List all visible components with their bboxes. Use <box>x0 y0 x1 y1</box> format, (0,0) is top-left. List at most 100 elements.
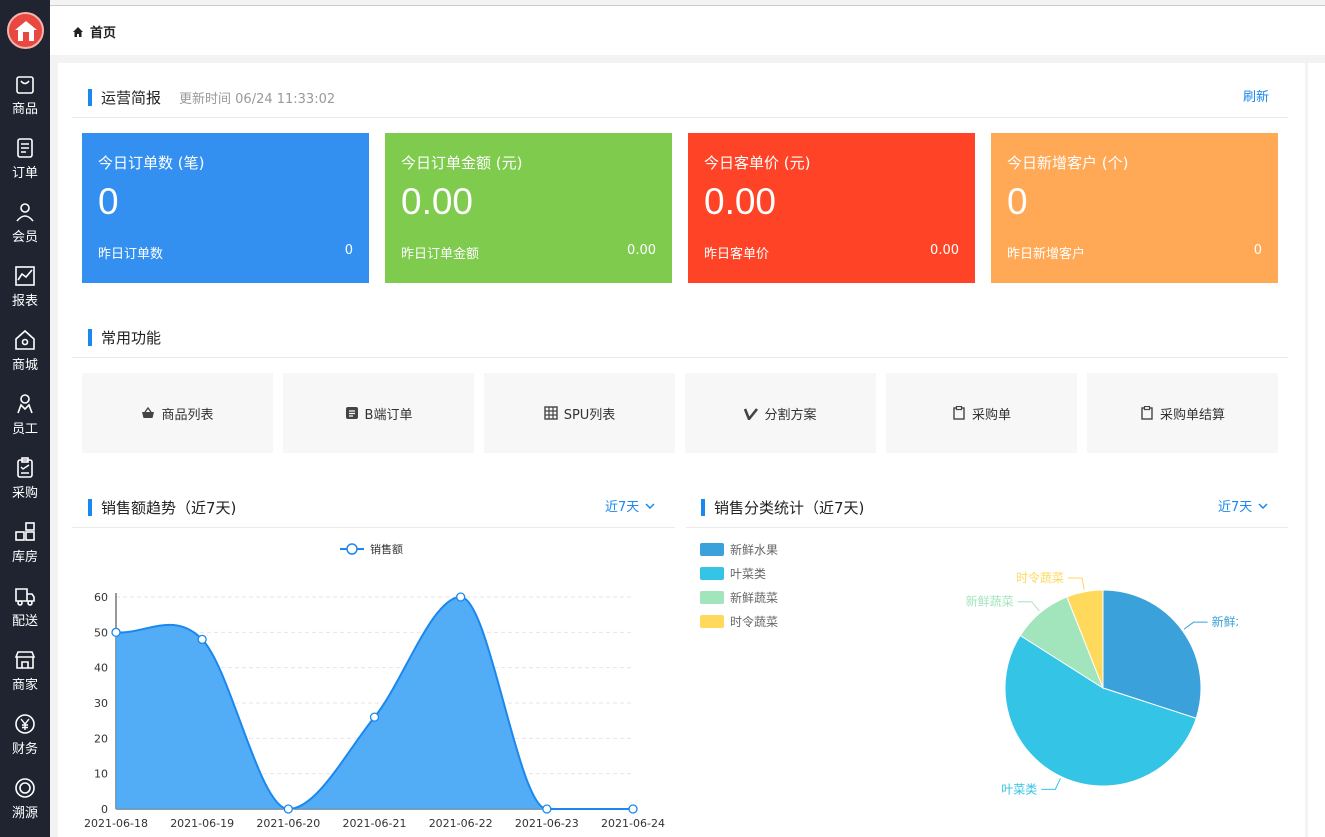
range-label: 近7天 <box>1218 500 1253 515</box>
functions-header: 常用功能 <box>88 327 161 348</box>
bag-icon <box>16 76 34 94</box>
function-label: 采购单结算 <box>1159 407 1225 423</box>
section-marker <box>88 89 92 106</box>
function-tile-6[interactable]: 采购单结算 <box>1087 373 1278 453</box>
x-tick-label: 2021-06-23 <box>515 817 579 830</box>
y-tick-label: 50 <box>94 626 108 639</box>
data-point <box>628 804 638 814</box>
sidebar-item-label: 商家 <box>11 678 38 693</box>
chevron-down-icon <box>1258 502 1268 509</box>
store-icon <box>14 651 36 669</box>
yesterday-value: 0 <box>1253 243 1262 258</box>
legend-swatch[interactable] <box>700 543 724 556</box>
data-point <box>542 804 552 814</box>
divider <box>686 527 1288 528</box>
stat-value: 0.00 <box>704 181 777 222</box>
sidebar-item-label: 会员 <box>11 230 38 245</box>
home-icon <box>15 329 35 350</box>
sidebar-item-5[interactable]: 商城 <box>0 322 50 382</box>
grid-icon <box>543 406 558 420</box>
dashboard-main: 运营简报 更新时间 06/24 11:33:02 刷新 今日订单数 (笔) 0 昨日… <box>58 63 1305 837</box>
sidebar-item-label: 财务 <box>11 742 38 757</box>
x-tick-label: 2021-06-19 <box>170 817 234 830</box>
document-icon <box>17 138 33 158</box>
breadcrumb-label: 首页 <box>90 26 117 41</box>
label-leader <box>1068 577 1085 590</box>
section-marker <box>88 329 92 346</box>
sidebar-item-8[interactable]: 库房 <box>0 514 50 574</box>
sidebar-item-11[interactable]: 财务 <box>0 706 50 766</box>
stat-value: 0.00 <box>401 181 474 222</box>
breadcrumb[interactable]: 首页 <box>72 22 116 41</box>
sidebar-item-label: 配送 <box>11 614 38 629</box>
sidebar-item-3[interactable]: 会员 <box>0 194 50 254</box>
legend-label[interactable]: 时令蔬菜 <box>730 613 778 630</box>
category-stats-header: 销售分类统计（近7天) <box>701 497 864 518</box>
sidebar-item-9[interactable]: 配送 <box>0 578 50 638</box>
data-point <box>369 712 380 722</box>
stat-card-1: 今日订单数 (笔) 0 昨日订单数 0 <box>82 133 369 283</box>
legend-swatch[interactable] <box>700 567 724 580</box>
y-tick-label: 40 <box>94 662 108 675</box>
sidebar-item-label: 员工 <box>11 422 38 437</box>
stat-label: 今日订单数 (笔) <box>98 154 205 172</box>
data-point <box>111 627 121 637</box>
label-leader <box>1041 778 1061 790</box>
function-label: B端订单 <box>364 407 413 423</box>
sidebar-item-12[interactable]: 溯源 <box>0 770 50 830</box>
slice-label: 新鲜水果 <box>1212 614 1238 629</box>
refresh-button[interactable]: 刷新 <box>1243 86 1269 105</box>
sidebar-item-4[interactable]: 报表 <box>0 258 50 318</box>
chevron-down-icon <box>645 502 655 509</box>
truck-icon <box>15 588 35 606</box>
area-fill <box>116 597 633 809</box>
house-logo-icon <box>14 20 37 41</box>
sidebar-item-7[interactable]: 采购 <box>0 450 50 510</box>
stat-label: 今日新增客户 (个) <box>1007 154 1129 172</box>
sidebar-item-6[interactable]: 员工 <box>0 386 50 446</box>
sidebar-item-1[interactable]: 商品 <box>0 66 50 126</box>
legend-swatch[interactable] <box>700 591 724 604</box>
function-tile-5[interactable]: 采购单 <box>886 373 1077 453</box>
x-tick-label: 2021-06-20 <box>256 817 320 830</box>
category-range-dropdown[interactable]: 近7天 <box>1218 496 1268 515</box>
label-leader <box>1183 621 1208 630</box>
function-label: SPU列表 <box>563 407 616 423</box>
range-label: 近7天 <box>605 500 640 515</box>
sidebar: 商品订单会员报表商城员工采购 库房配送商家财务溯源 <box>0 0 50 837</box>
right-panel-edge <box>1308 63 1325 837</box>
function-tile-2[interactable]: B端订单 <box>283 373 474 453</box>
logo[interactable] <box>7 12 44 49</box>
x-tick-label: 2021-06-18 <box>84 817 148 830</box>
section-marker <box>701 499 705 516</box>
legend-swatch[interactable] <box>700 615 724 628</box>
sales-trend-title: 销售额趋势（近7天) <box>101 499 237 517</box>
function-tile-3[interactable]: SPU列表 <box>484 373 675 453</box>
y-tick-label: 10 <box>94 768 108 781</box>
legend-label[interactable]: 新鲜水果 <box>730 541 778 558</box>
x-tick-label: 2021-06-21 <box>343 817 407 830</box>
function-tile-4[interactable]: 分割方案 <box>685 373 876 453</box>
section-marker <box>88 499 92 516</box>
legend-label[interactable]: 叶菜类 <box>730 565 766 582</box>
legend-label[interactable]: 新鲜蔬菜 <box>730 589 778 606</box>
sidebar-item-2[interactable]: 订单 <box>0 130 50 190</box>
clipboard-icon <box>1141 406 1153 420</box>
chart-icon <box>15 266 35 286</box>
sales-trend-range-dropdown[interactable]: 近7天 <box>605 496 655 515</box>
stat-card-2: 今日订单金额 (元) 0.00 昨日订单金额 0.00 <box>385 133 672 283</box>
function-tile-1[interactable]: 商品列表 <box>82 373 273 453</box>
stat-card-4: 今日新增客户 (个) 0 昨日新增客户 0 <box>991 133 1278 283</box>
stat-label: 今日客单价 (元) <box>704 154 811 172</box>
sidebar-item-10[interactable]: 商家 <box>0 642 50 702</box>
sidebar-item-label: 订单 <box>11 166 38 181</box>
y-tick-label: 0 <box>101 803 108 816</box>
basket-icon <box>142 406 155 418</box>
sidebar-item-label: 商城 <box>11 358 38 373</box>
data-point <box>456 592 466 602</box>
x-tick-label: 2021-06-24 <box>601 817 665 830</box>
divider <box>72 117 1288 118</box>
slice-label: 时令蔬菜 <box>1016 570 1064 585</box>
divider <box>72 357 1288 358</box>
user-icon <box>16 203 34 222</box>
